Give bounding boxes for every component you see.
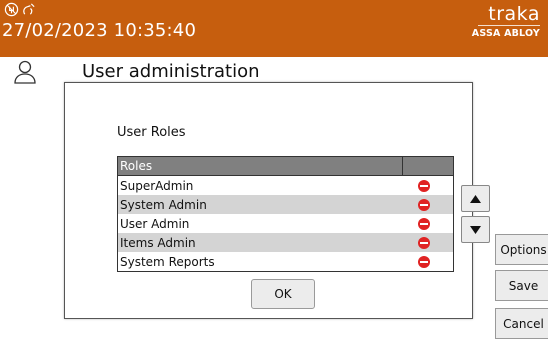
brand-logo: traka ASSA ABLOY [472, 4, 540, 39]
table-row[interactable]: SuperAdmin [118, 176, 454, 196]
header-bar: 27/02/2023 10:35:40 traka ASSA ABLOY [0, 0, 548, 57]
user-roles-dialog: User Roles Roles SuperAdmin System Admin… [64, 82, 473, 319]
move-down-button[interactable] [461, 216, 490, 243]
role-name: System Admin [117, 195, 403, 214]
ok-button[interactable]: OK [251, 279, 315, 309]
role-name: User Admin [120, 216, 190, 231]
remove-icon[interactable] [417, 180, 430, 192]
remove-icon[interactable] [417, 256, 430, 268]
role-name: Items Admin [117, 233, 403, 252]
move-up-button[interactable] [461, 185, 490, 212]
save-button[interactable]: Save [495, 270, 548, 301]
column-header-actions [402, 156, 454, 176]
table-header-row: Roles [117, 156, 454, 176]
remove-icon[interactable] [417, 218, 430, 230]
status-icons [4, 2, 36, 18]
role-name: SuperAdmin [120, 178, 194, 193]
arrow-up-icon [470, 194, 481, 203]
brand-logo-text: traka [488, 3, 540, 25]
usb-disconnected-icon [4, 2, 19, 17]
dialog-label: User Roles [117, 125, 186, 140]
arrow-down-icon [470, 225, 481, 234]
remove-icon[interactable] [417, 199, 430, 211]
options-button[interactable]: Options [495, 234, 548, 265]
brand-divider [478, 25, 540, 26]
table-row[interactable]: User Admin [118, 214, 454, 233]
page-title: User administration [82, 61, 260, 82]
roles-table: Roles SuperAdmin System Admin User Admin… [117, 156, 454, 272]
table-row[interactable]: System Admin [117, 195, 454, 214]
role-name: System Reports [120, 254, 215, 269]
header-datetime: 27/02/2023 10:35:40 [2, 20, 197, 41]
cancel-button[interactable]: Cancel [495, 308, 548, 339]
user-icon [14, 60, 36, 84]
column-header-roles[interactable]: Roles [117, 156, 403, 176]
remove-icon[interactable] [417, 237, 430, 249]
table-row[interactable]: System Reports [118, 252, 454, 272]
table-row[interactable]: Items Admin [117, 233, 454, 252]
network-off-icon [23, 3, 35, 15]
brand-subtitle: ASSA ABLOY [471, 28, 540, 39]
